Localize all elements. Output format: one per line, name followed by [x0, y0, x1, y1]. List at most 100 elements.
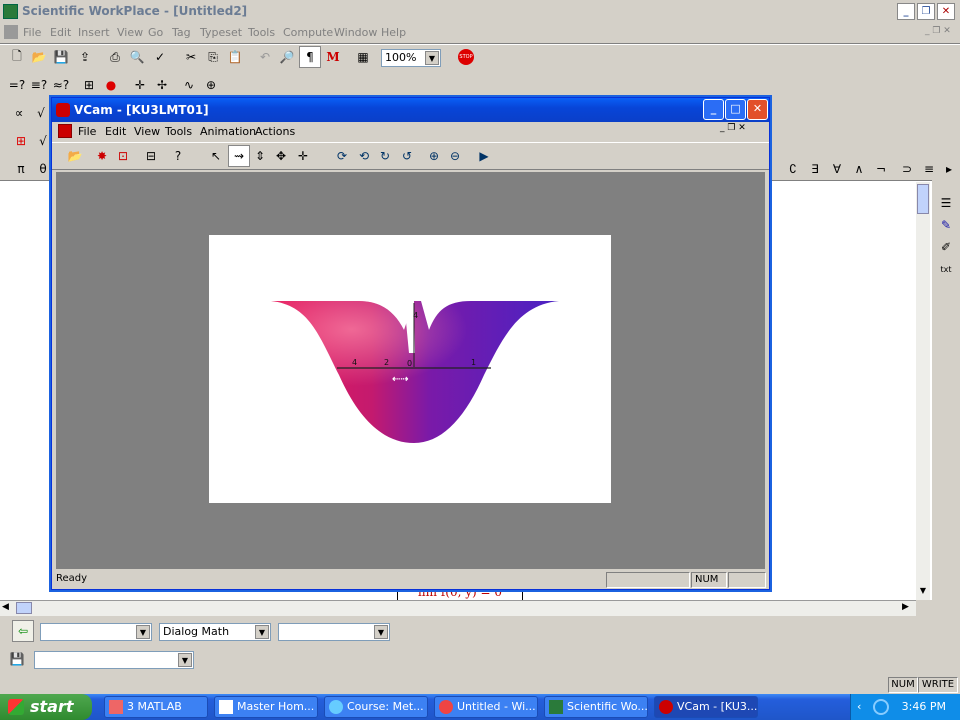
network-icon[interactable] [873, 699, 889, 715]
menu-go[interactable]: Go [148, 26, 163, 39]
edit-icon[interactable]: ✐ [935, 236, 957, 258]
cut-icon[interactable]: ✂ [180, 46, 202, 68]
back-arrow-icon[interactable]: ⇦ [12, 620, 34, 642]
plot-canvas[interactable]: 4 4 2 0 1 ⇠⇢ [209, 235, 611, 503]
play-animation-icon[interactable]: ▶ [473, 145, 495, 167]
evaluate-icon[interactable]: =? [6, 74, 28, 96]
undo-icon[interactable]: ↶ [254, 46, 276, 68]
surface-plot[interactable]: 4 4 2 0 1 ⇠⇢ [209, 235, 611, 503]
minimize-button[interactable]: _ [897, 3, 915, 20]
vcam-menu-actions[interactable]: Actions [255, 125, 295, 138]
open-icon[interactable]: 📂 [28, 46, 50, 68]
chevron-down-icon[interactable]: ▼ [255, 625, 269, 639]
rotate-z-icon[interactable]: ↻ [374, 145, 396, 167]
print-icon[interactable]: ⎙ [104, 46, 126, 68]
start-button[interactable]: start [0, 694, 92, 720]
item-tag-select[interactable]: ▼ [278, 623, 390, 641]
vertical-scrollbar[interactable]: ▼ [916, 182, 930, 600]
zoom-in-icon[interactable]: ⊕ [423, 145, 445, 167]
menu-help[interactable]: Help [381, 26, 406, 39]
chevron-down-icon[interactable]: ▼ [136, 625, 150, 639]
clock[interactable]: 3:46 PM [902, 700, 946, 713]
vcam-menu-file[interactable]: File [78, 125, 96, 138]
menu-edit[interactable]: Edit [50, 26, 71, 39]
matrix-icon[interactable]: ⊞ [10, 130, 32, 152]
menu-window[interactable]: Window [334, 26, 377, 39]
spin-icon[interactable]: ↺ [396, 145, 418, 167]
copy-icon[interactable]: ⎘ [202, 46, 224, 68]
save-icon[interactable]: 💾 [50, 46, 72, 68]
save-icon[interactable]: 💾 [6, 648, 28, 670]
restore-button[interactable]: ❐ [917, 3, 935, 20]
task-matlab[interactable]: 3 MATLAB [104, 696, 208, 718]
equals-symbol[interactable]: ≡ [918, 158, 940, 180]
vcam-menu-animation[interactable]: Animation [200, 125, 256, 138]
expand-icon[interactable]: ⊞ [78, 74, 100, 96]
menu-view[interactable]: View [117, 26, 143, 39]
open-icon[interactable]: 📂 [64, 145, 86, 167]
forall-symbol[interactable]: ∀ [826, 158, 848, 180]
vcam-menu-view[interactable]: View [134, 125, 160, 138]
stop-icon[interactable]: STOP [455, 46, 477, 68]
task-ie[interactable]: Course: Met... [324, 696, 428, 718]
plot-2d-icon[interactable]: ✛ [129, 74, 151, 96]
vcam-minimize-button[interactable]: _ [703, 99, 724, 120]
task-vcam[interactable]: VCam - [KU3... [654, 696, 758, 718]
zoom-plot-icon[interactable]: ⊕ [200, 74, 222, 96]
pen-icon[interactable]: ✎ [935, 214, 957, 236]
pi-symbol[interactable]: π [10, 158, 32, 180]
pilcrow-icon[interactable]: ¶ [299, 46, 321, 68]
export-icon[interactable]: ⇪ [74, 46, 96, 68]
text-tag-select[interactable]: Dialog Math ▼ [159, 623, 271, 641]
radical-icon[interactable]: √ [30, 102, 52, 124]
record-icon[interactable]: ● [100, 74, 122, 96]
chevron-down-icon[interactable]: ▼ [374, 625, 388, 639]
menu-typeset[interactable]: Typeset [200, 26, 242, 39]
new-icon[interactable]: 🗋 [6, 46, 28, 68]
vcam-close-button[interactable]: ✕ [747, 99, 768, 120]
vcam-mdi-controls[interactable]: _ ❐ ✕ [720, 123, 746, 133]
zoom-select[interactable]: 100% ▼ [381, 49, 441, 67]
snapshot-icon[interactable]: ✸ [91, 145, 113, 167]
menu-tools[interactable]: Tools [248, 26, 275, 39]
plot-3d-icon[interactable]: ✢ [151, 74, 173, 96]
complement-symbol[interactable]: ∁ [782, 158, 804, 180]
evaluate-numeric-icon[interactable]: ≡? [28, 74, 50, 96]
task-scientific-workplace[interactable]: Scientific Wo... [544, 696, 648, 718]
task-chrome[interactable]: Untitled - Wi... [434, 696, 538, 718]
menu-compute[interactable]: Compute [283, 26, 333, 39]
rotate-icon[interactable]: ⇝ [228, 145, 250, 167]
fraction-icon[interactable]: ∝ [8, 102, 30, 124]
vcam-menu-edit[interactable]: Edit [105, 125, 126, 138]
hscroll-thumb[interactable] [16, 602, 32, 614]
tilt-icon[interactable]: ⇕ [249, 145, 271, 167]
section-tag-select[interactable]: ▼ [40, 623, 152, 641]
relation-symbol[interactable]: ⊃ [896, 158, 918, 180]
find-icon[interactable]: 🔎 [276, 46, 298, 68]
scroll-right-icon[interactable]: ▶ [902, 602, 909, 612]
table-icon[interactable]: ▦ [352, 46, 374, 68]
scroll-thumb[interactable] [917, 184, 929, 214]
rotate-x-icon[interactable]: ⟳ [331, 145, 353, 167]
select-pointer-icon[interactable]: ↖ [205, 145, 227, 167]
simplify-icon[interactable]: ≈? [50, 74, 72, 96]
rotate-y-icon[interactable]: ⟲ [353, 145, 375, 167]
horizontal-scrollbar[interactable]: ◀ ▶ [0, 600, 916, 616]
preview-icon[interactable]: 🔍 [126, 46, 148, 68]
math-mode-icon[interactable]: M [322, 46, 344, 68]
properties-icon[interactable]: ⊟ [140, 145, 162, 167]
pan-icon[interactable]: ✛ [292, 145, 314, 167]
chevron-down-icon[interactable]: ▼ [178, 653, 192, 667]
zoom-out-icon[interactable]: ⊖ [444, 145, 466, 167]
close-button[interactable]: ✕ [937, 3, 955, 20]
vcam-maximize-button[interactable]: □ [725, 99, 746, 120]
text-icon[interactable]: txt [935, 258, 957, 280]
restore-view-icon[interactable]: ⊡ [112, 145, 134, 167]
history-select[interactable]: ▼ [34, 651, 194, 669]
document-icon[interactable] [4, 25, 18, 39]
menu-tag[interactable]: Tag [172, 26, 191, 39]
menu-file[interactable]: File [23, 26, 41, 39]
vcam-doc-icon[interactable] [58, 124, 72, 138]
chevron-down-icon[interactable]: ▼ [425, 51, 439, 65]
task-word[interactable]: Master Hom... [214, 696, 318, 718]
